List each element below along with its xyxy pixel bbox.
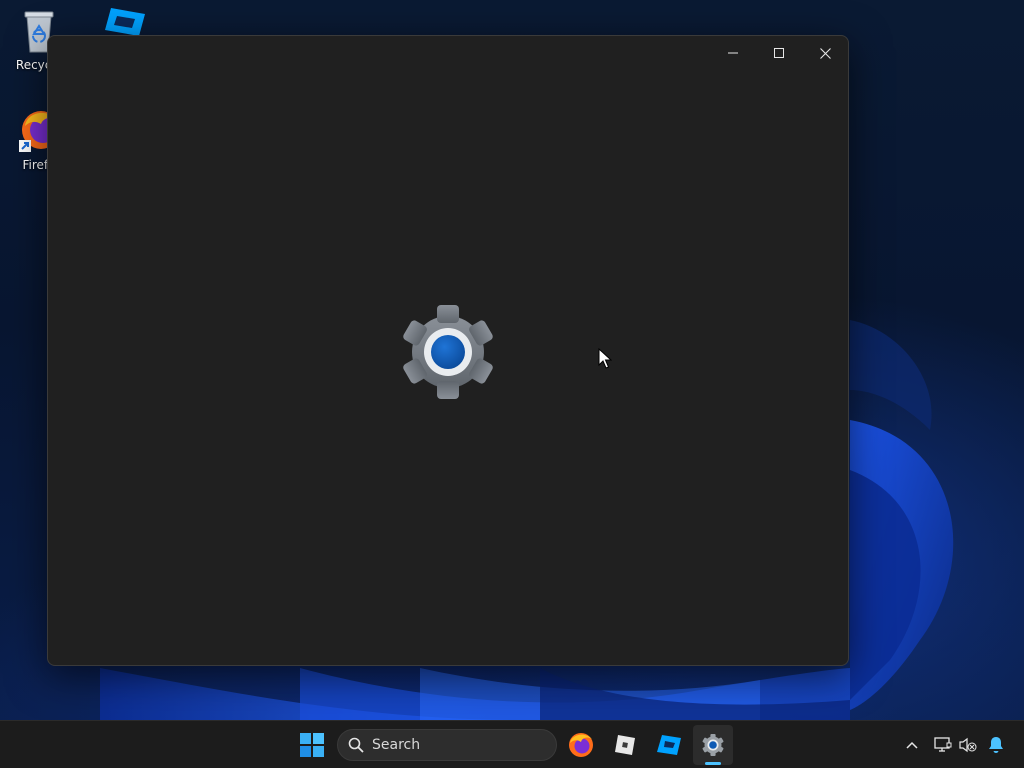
taskbar: Search [0,720,1024,768]
chevron-up-icon [906,741,918,749]
maximize-icon [774,48,784,58]
close-icon [819,47,831,59]
minimize-button[interactable] [710,36,756,70]
roblox-icon [615,735,635,755]
tray-volume-button[interactable] [958,735,978,755]
taskbar-roblox-studio[interactable] [649,725,689,765]
settings-gear-icon [702,734,724,756]
close-button[interactable] [802,36,848,70]
firefox-icon [569,733,593,757]
search-icon [348,737,364,753]
settings-gear-icon [403,305,493,399]
maximize-button[interactable] [756,36,802,70]
minimize-icon [728,52,738,54]
taskbar-search-box[interactable]: Search [337,729,557,761]
search-label: Search [372,737,421,753]
tray-notifications-button[interactable] [986,734,1006,756]
settings-window[interactable] [47,35,849,666]
bell-icon [989,737,1003,753]
network-icon [934,737,952,752]
windows-logo-icon [300,733,324,757]
tray-overflow-button[interactable] [902,735,922,755]
taskbar-settings[interactable] [693,725,733,765]
volume-muted-icon [959,737,977,753]
roblox-studio-icon [657,735,681,755]
tray-network-button[interactable] [933,735,953,755]
start-button[interactable] [292,725,332,765]
active-app-indicator [705,762,721,765]
mouse-cursor-icon [598,348,612,369]
taskbar-firefox[interactable] [561,725,601,765]
taskbar-roblox-player[interactable] [605,725,645,765]
window-controls [710,36,848,70]
title-bar[interactable] [48,36,848,70]
